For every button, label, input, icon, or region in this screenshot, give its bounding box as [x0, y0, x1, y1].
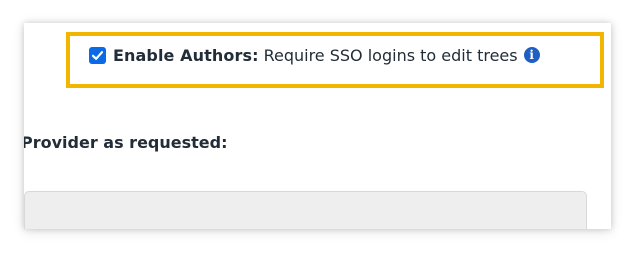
provider-section-label: Provider as requested:	[24, 133, 228, 152]
enable-authors-checkbox[interactable]	[89, 46, 106, 64]
enable-authors-option[interactable]: Enable Authors: Require SSO logins to ed…	[89, 43, 540, 67]
enable-authors-description[interactable]: Require SSO logins to edit trees	[264, 46, 518, 65]
settings-panel: Enable Authors: Require SSO logins to ed…	[24, 23, 611, 229]
provider-field[interactable]	[24, 191, 587, 229]
enable-authors-label[interactable]: Enable Authors:	[113, 46, 259, 65]
checkmark-icon	[91, 50, 104, 60]
info-icon[interactable]: i	[523, 47, 540, 63]
